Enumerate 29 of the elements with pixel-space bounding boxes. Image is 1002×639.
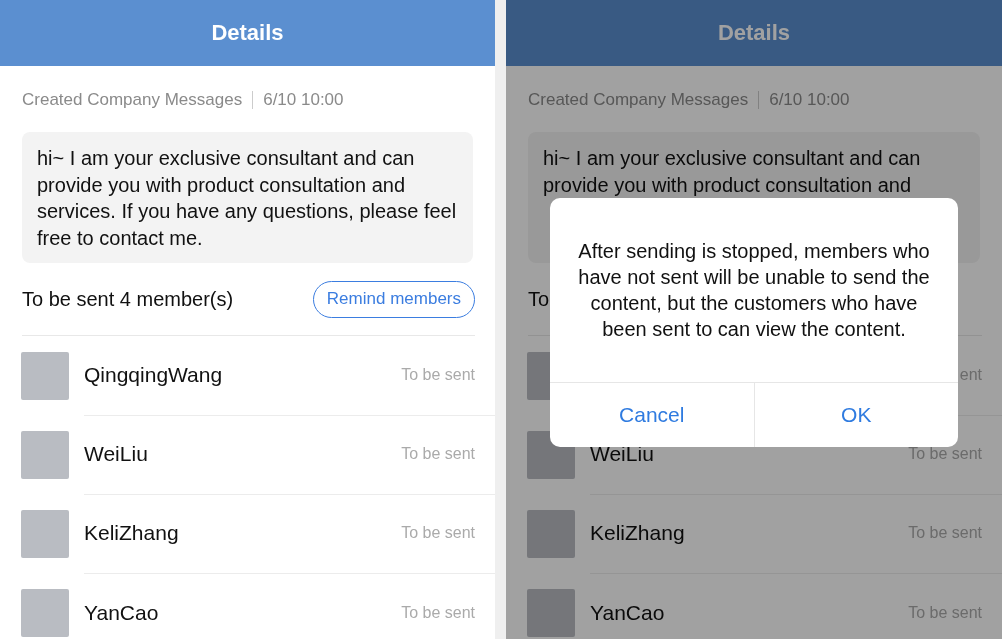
avatar-photo-placeholder xyxy=(21,430,69,479)
screen-title: Details xyxy=(717,20,791,46)
avatar-photo-placeholder xyxy=(21,588,69,637)
message-source: Created Company Messages xyxy=(22,90,243,110)
ok-button[interactable]: OK xyxy=(753,383,958,447)
member-name: YanCao xyxy=(590,600,665,625)
member-status: To be sent xyxy=(401,366,475,384)
message-text: hi~ I am your exclusive consultant and can provide you with product consultation and xyxy=(543,146,922,198)
member-name: YanCao xyxy=(84,600,159,625)
member-name: KeliZhang xyxy=(590,521,685,545)
remind-members-button[interactable]: Remind members xyxy=(312,280,475,318)
avatar-photo-placeholder xyxy=(21,509,69,558)
section-title: To xyxy=(528,287,550,311)
member-name: KeliZhang xyxy=(84,521,179,545)
avatar-photo-placeholder xyxy=(527,509,575,558)
member-status: To be sent xyxy=(401,524,475,542)
message-time: 6/10 10:00 xyxy=(769,90,850,110)
message-source: Created Company Messages xyxy=(528,90,749,110)
avatar-photo-placeholder xyxy=(527,588,575,637)
member-status: To be sent xyxy=(401,445,475,463)
message-text: hi~ I am your exclusive consultant and can provide you with product consultation and services. If you have any questions, please feel free to contact me. xyxy=(37,146,458,251)
member-name: WeiLiu xyxy=(84,442,148,466)
screen-title: Details xyxy=(211,20,284,46)
member-status: To be sent xyxy=(401,603,475,622)
avatar-photo-placeholder xyxy=(21,351,69,400)
message-time: 6/10 10:00 xyxy=(263,90,344,110)
section-title: To be sent 4 member(s) xyxy=(22,287,234,311)
member-name: QingqingWang xyxy=(84,363,223,387)
dialog-message: After sending is stopped, members who have not sent will be unable to send the content, but the customers who have been sent to can view the content. xyxy=(550,198,958,383)
